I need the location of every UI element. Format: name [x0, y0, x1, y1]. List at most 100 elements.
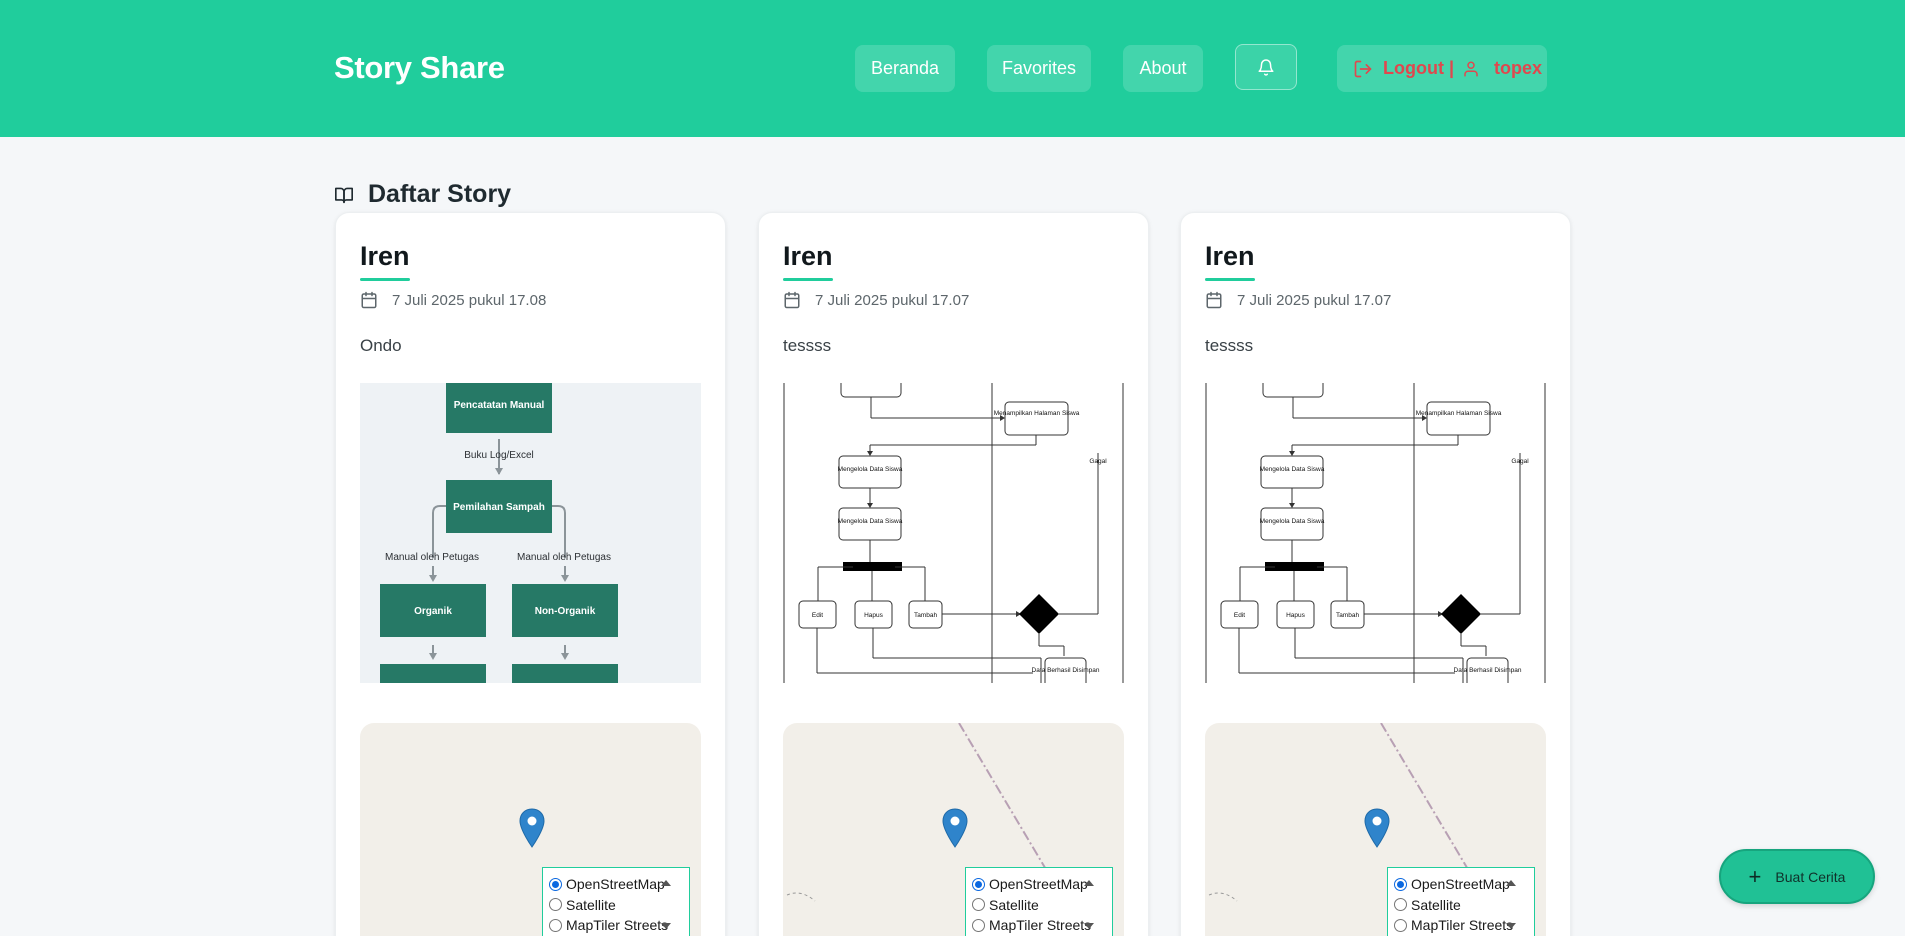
radio-icon[interactable] — [1394, 898, 1407, 912]
section-title: Daftar Story — [334, 180, 511, 209]
radio-checked-icon[interactable] — [549, 877, 562, 891]
map-marker-icon[interactable] — [942, 808, 968, 848]
calendar-icon — [1206, 291, 1222, 309]
brand-logo[interactable]: Story Share — [334, 50, 505, 86]
map-marker-icon[interactable] — [1364, 808, 1390, 848]
story-image[interactable]: Menampilkan Halaman Siswa Mengelola Data… — [783, 383, 1124, 683]
radio-icon[interactable] — [549, 918, 562, 932]
flow-edge-left: Manual oleh Petugas — [385, 552, 479, 563]
flow-box-right: Non-Organik — [535, 606, 596, 617]
radio-icon[interactable] — [549, 898, 562, 912]
story-description: Ondo — [360, 336, 402, 355]
story-description: tessss — [783, 336, 832, 355]
ad-show: Menampilkan Halaman Siswa — [1416, 410, 1502, 417]
layer-option-label: Satellite — [1411, 896, 1461, 913]
map-layer-control: OpenStreetMap Satellite MapTiler Streets — [965, 867, 1113, 936]
plus-icon: + — [1748, 863, 1762, 889]
scroll-down-icon[interactable] — [1084, 923, 1094, 929]
flow-edge-log: Buku Log/Excel — [464, 450, 534, 461]
story-date: 7 Juli 2025 pukul 17.07 — [783, 289, 969, 311]
flow-box-top: Pencatatan Manual — [454, 400, 545, 411]
story-date-text: 7 Juli 2025 pukul 17.07 — [815, 291, 970, 309]
scroll-up-icon[interactable] — [1084, 880, 1094, 886]
layer-option-label: OpenStreetMap — [989, 876, 1088, 893]
layer-option[interactable]: OpenStreetMap — [1394, 874, 1528, 895]
layer-option[interactable]: Satellite — [549, 895, 683, 916]
story-author: Iren — [360, 241, 410, 271]
layer-option-label: Satellite — [989, 896, 1039, 913]
story-map[interactable]: OpenStreetMap Satellite MapTiler Streets — [360, 723, 701, 936]
radio-icon[interactable] — [972, 898, 985, 912]
map-layer-control: OpenStreetMap Satellite MapTiler Streets — [542, 867, 690, 936]
ad-manage-a: Mengelola Data Siswa — [838, 466, 903, 473]
scroll-down-icon[interactable] — [1506, 923, 1516, 929]
title-underline — [360, 278, 410, 281]
calendar-icon — [361, 291, 377, 309]
story-image[interactable]: Menampilkan Halaman Siswa Mengelola Data… — [1205, 383, 1546, 683]
layer-option[interactable]: MapTiler Streets — [549, 915, 683, 936]
user-icon — [1464, 61, 1478, 76]
section-title-text: Daftar Story — [368, 180, 512, 208]
story-image[interactable]: Pencatatan Manual Buku Log/Excel Pemilah… — [360, 383, 701, 683]
radio-checked-icon[interactable] — [1394, 877, 1407, 891]
layer-option[interactable]: OpenStreetMap — [972, 874, 1106, 895]
layer-option[interactable]: MapTiler Streets — [1394, 915, 1528, 936]
ad-delete: Hapus — [1286, 612, 1306, 619]
layer-option[interactable]: MapTiler Streets — [972, 915, 1106, 936]
ad-fail: Gagal — [1511, 458, 1529, 465]
map-marker-icon[interactable] — [519, 808, 545, 848]
story-card[interactable]: Iren 7 Juli 2025 pukul 17.07 tessss Mena… — [1180, 212, 1571, 936]
ad-show: Menampilkan Halaman Siswa — [994, 410, 1080, 417]
create-story-button[interactable]: + Buat Cerita — [1719, 849, 1875, 904]
ad-success: Data Berhasil Disimpan — [1454, 667, 1522, 674]
calendar-icon — [784, 291, 800, 309]
scroll-down-icon[interactable] — [661, 923, 671, 929]
layer-option-label: MapTiler Streets — [989, 917, 1092, 934]
notification-button[interactable] — [1235, 44, 1297, 90]
activity-diagram-image: Menampilkan Halaman Siswa Mengelola Data… — [783, 383, 1124, 683]
radio-icon[interactable] — [972, 918, 985, 932]
flow-box-left: Organik — [414, 606, 452, 617]
nav-about-button[interactable]: About — [1123, 45, 1203, 92]
layer-option-label: OpenStreetMap — [566, 876, 665, 893]
radio-icon[interactable] — [1394, 918, 1407, 932]
bell-icon — [1258, 58, 1274, 76]
story-map[interactable]: OpenStreetMap Satellite MapTiler Streets — [1205, 723, 1546, 936]
scroll-up-icon[interactable] — [661, 880, 671, 886]
logout-button[interactable]: Logout | topex — [1337, 45, 1547, 92]
top-header: Story Share Beranda Favorites About Logo… — [0, 0, 1905, 137]
nav-favorites-button[interactable]: Favorites — [987, 45, 1091, 92]
story-author: Iren — [783, 241, 833, 271]
story-description: tessss — [1205, 336, 1254, 355]
radio-checked-icon[interactable] — [972, 877, 985, 891]
layer-option[interactable]: OpenStreetMap — [549, 874, 683, 895]
ad-manage-b: Mengelola Data Siswa — [1260, 518, 1325, 525]
ad-fail: Gagal — [1089, 458, 1107, 465]
flowchart-image: Pencatatan Manual Buku Log/Excel Pemilah… — [360, 383, 701, 683]
logout-label: Logout | — [1383, 58, 1455, 78]
story-author: Iren — [1205, 241, 1255, 271]
story-date: 7 Juli 2025 pukul 17.07 — [1205, 289, 1391, 311]
layer-option-label: OpenStreetMap — [1411, 876, 1510, 893]
title-underline — [1205, 278, 1255, 281]
activity-diagram-image: Menampilkan Halaman Siswa Mengelola Data… — [1205, 383, 1546, 683]
map-layer-control: OpenStreetMap Satellite MapTiler Streets — [1387, 867, 1535, 936]
logout-icon — [1354, 60, 1372, 77]
layer-option-label: MapTiler Streets — [1411, 917, 1514, 934]
nav-home-button[interactable]: Beranda — [855, 45, 955, 92]
ad-delete: Hapus — [864, 612, 884, 619]
ad-add: Tambah — [914, 612, 938, 619]
story-map[interactable]: OpenStreetMap Satellite MapTiler Streets — [783, 723, 1124, 936]
ad-add: Tambah — [1336, 612, 1360, 619]
create-story-label: Buat Cerita — [1775, 868, 1846, 885]
flow-box-mid: Pemilahan Sampah — [453, 502, 545, 513]
ad-manage-a: Mengelola Data Siswa — [1260, 466, 1325, 473]
story-card[interactable]: Iren 7 Juli 2025 pukul 17.08 Ondo Pencat… — [335, 212, 726, 936]
story-card[interactable]: Iren 7 Juli 2025 pukul 17.07 tessss Mena… — [758, 212, 1149, 936]
story-date: 7 Juli 2025 pukul 17.08 — [360, 289, 546, 311]
ad-success: Data Berhasil Disimpan — [1032, 667, 1100, 674]
layer-option[interactable]: Satellite — [972, 895, 1106, 916]
scroll-up-icon[interactable] — [1506, 880, 1516, 886]
layer-option[interactable]: Satellite — [1394, 895, 1528, 916]
flow-edge-right: Manual oleh Petugas — [517, 552, 611, 563]
